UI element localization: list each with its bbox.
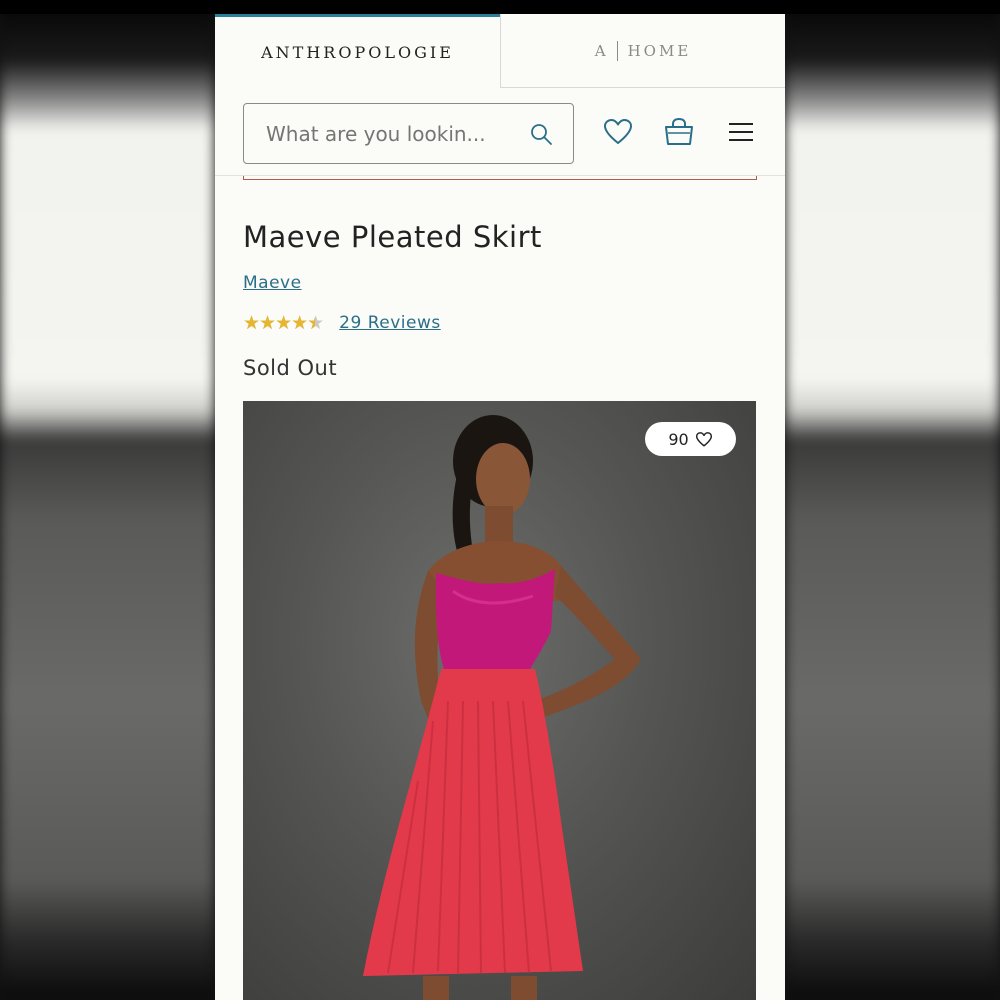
backdrop-left <box>0 0 215 1000</box>
shopping-bag-icon[interactable] <box>663 116 695 148</box>
phone-screen: ANTHROPOLOGIE A HOME What are you lookin… <box>215 14 785 1000</box>
search-box[interactable] <box>243 103 574 164</box>
tab-home[interactable]: A HOME <box>500 14 785 88</box>
menu-icon[interactable] <box>725 116 757 148</box>
brand-link[interactable]: Maeve <box>243 273 302 293</box>
tab-home-label: HOME <box>627 41 692 60</box>
product-title: Maeve Pleated Skirt <box>243 220 542 254</box>
brand-tabs: ANTHROPOLOGIE A HOME <box>215 14 785 88</box>
reviews-link[interactable]: 29 Reviews <box>339 313 441 333</box>
heart-icon[interactable] <box>602 116 634 148</box>
favorite-count: 90 <box>668 429 689 449</box>
search-input[interactable] <box>264 120 518 147</box>
backdrop-right <box>785 0 1000 1000</box>
rating-row: ★★★★★ ★★★★★ 29 Reviews <box>243 311 441 335</box>
home-logo-mark: A <box>594 41 609 60</box>
tab-home-divider <box>616 40 618 61</box>
tab-anthropologie[interactable]: ANTHROPOLOGIE <box>215 14 500 87</box>
product-image[interactable]: 90 <box>243 401 756 1000</box>
heart-icon <box>695 432 712 447</box>
star-rating-fill: ★★★★★ <box>243 313 315 333</box>
stock-status: Sold Out <box>243 356 338 380</box>
model-photo <box>363 415 641 1000</box>
tab-anthropologie-label: ANTHROPOLOGIE <box>261 42 454 62</box>
backdrop-top <box>0 0 1000 14</box>
promo-banner-edge <box>243 176 757 180</box>
site-header <box>215 88 785 176</box>
search-icon[interactable] <box>529 122 553 146</box>
favorite-button[interactable]: 90 <box>645 422 736 456</box>
star-rating: ★★★★★ ★★★★★ <box>243 313 324 333</box>
